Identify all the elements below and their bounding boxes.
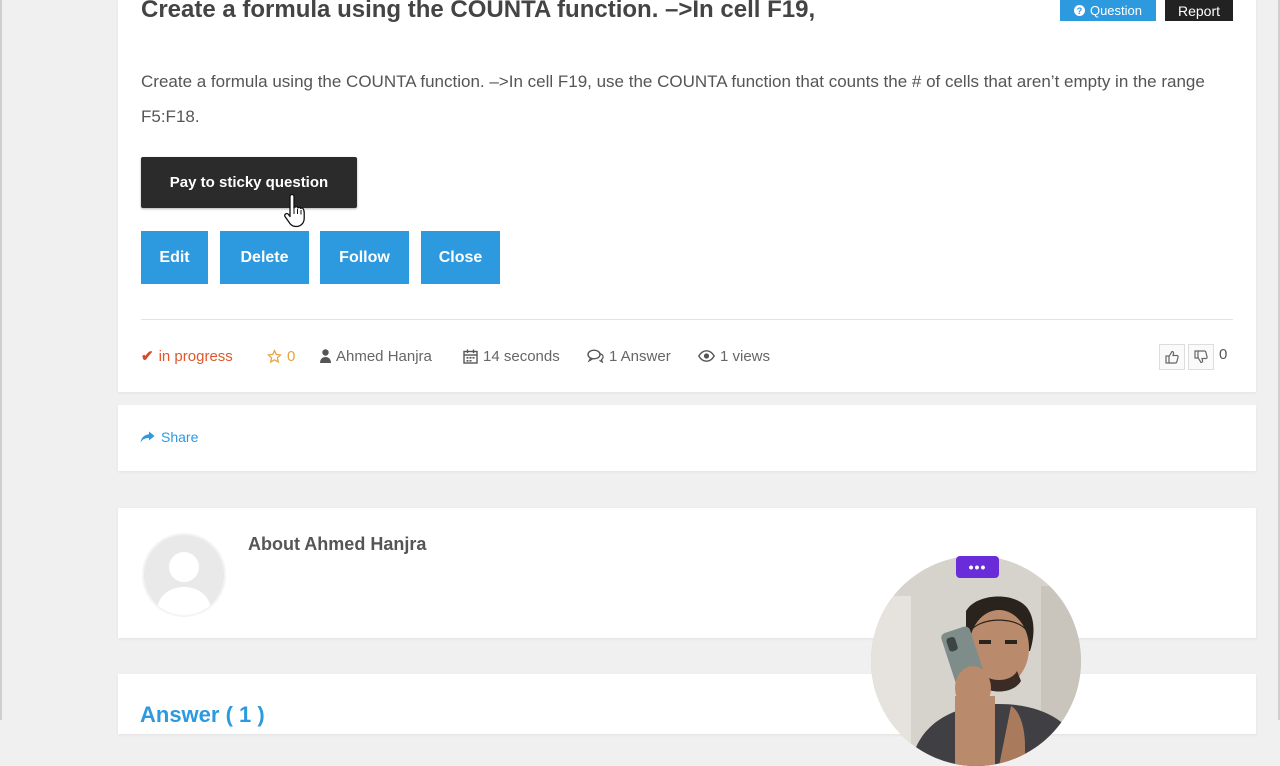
favorite-count[interactable]: 0	[267, 346, 295, 366]
question-badge[interactable]: ? Question	[1060, 0, 1156, 21]
vote-count: 0	[1219, 346, 1228, 363]
question-badge-label: Question	[1089, 3, 1143, 18]
page-left-edge	[0, 0, 2, 720]
webcam-overlay[interactable]	[871, 556, 1081, 766]
status-badge: ✔ in progress	[141, 346, 233, 366]
webcam-menu-button[interactable]: •••	[956, 556, 999, 578]
eye-icon	[698, 350, 715, 362]
answers-title: Answer ( 1 )	[140, 702, 265, 727]
question-time: 14 seconds	[463, 346, 560, 366]
avatar[interactable]	[142, 533, 226, 617]
follow-button[interactable]: Follow	[320, 231, 409, 284]
report-button[interactable]: Report	[1165, 0, 1233, 21]
meta-divider	[141, 319, 1233, 320]
thumbs-down-icon	[1194, 350, 1208, 364]
share-label: Share	[161, 429, 199, 445]
question-time-value: 14 seconds	[483, 347, 560, 365]
calendar-icon	[463, 349, 478, 364]
delete-button[interactable]: Delete	[220, 231, 309, 284]
answers-count-link[interactable]: 1 Answer	[587, 346, 671, 366]
user-icon	[320, 349, 331, 363]
share-card: Share	[118, 405, 1256, 471]
vote-up-button[interactable]	[1159, 344, 1185, 370]
close-button[interactable]: Close	[421, 231, 500, 284]
pay-to-sticky-button[interactable]: Pay to sticky question	[141, 157, 357, 208]
share-icon	[140, 431, 155, 443]
webcam-person-image	[871, 556, 1081, 766]
question-body: Create a formula using the COUNTA functi…	[141, 72, 1205, 126]
answers-count-value: 1 Answer	[609, 347, 671, 365]
share-button[interactable]: Share	[140, 429, 198, 445]
author-link[interactable]: Ahmed Hanjra	[320, 346, 432, 366]
checkmark-icon: ✔	[141, 348, 154, 365]
star-icon	[267, 348, 282, 363]
question-mark-icon: ?	[1073, 5, 1085, 16]
hand-cursor-icon	[283, 193, 307, 233]
default-avatar-icon	[156, 552, 212, 615]
about-title: About Ahmed Hanjra	[248, 534, 427, 554]
author-name: Ahmed Hanjra	[336, 347, 432, 365]
thumbs-up-icon	[1165, 350, 1179, 364]
about-author-card: About Ahmed Hanjra	[118, 508, 1256, 638]
answers-card: Answer ( 1 )	[118, 674, 1256, 734]
status-label: in progress	[158, 347, 233, 365]
favorite-count-value: 0	[287, 347, 296, 365]
views-count: 1 views	[698, 346, 770, 366]
comments-icon	[587, 349, 604, 363]
question-title: Create a formula using the COUNTA functi…	[141, 0, 816, 23]
views-count-value: 1 views	[720, 347, 771, 365]
vote-down-button[interactable]	[1188, 344, 1214, 370]
edit-button[interactable]: Edit	[141, 231, 208, 284]
